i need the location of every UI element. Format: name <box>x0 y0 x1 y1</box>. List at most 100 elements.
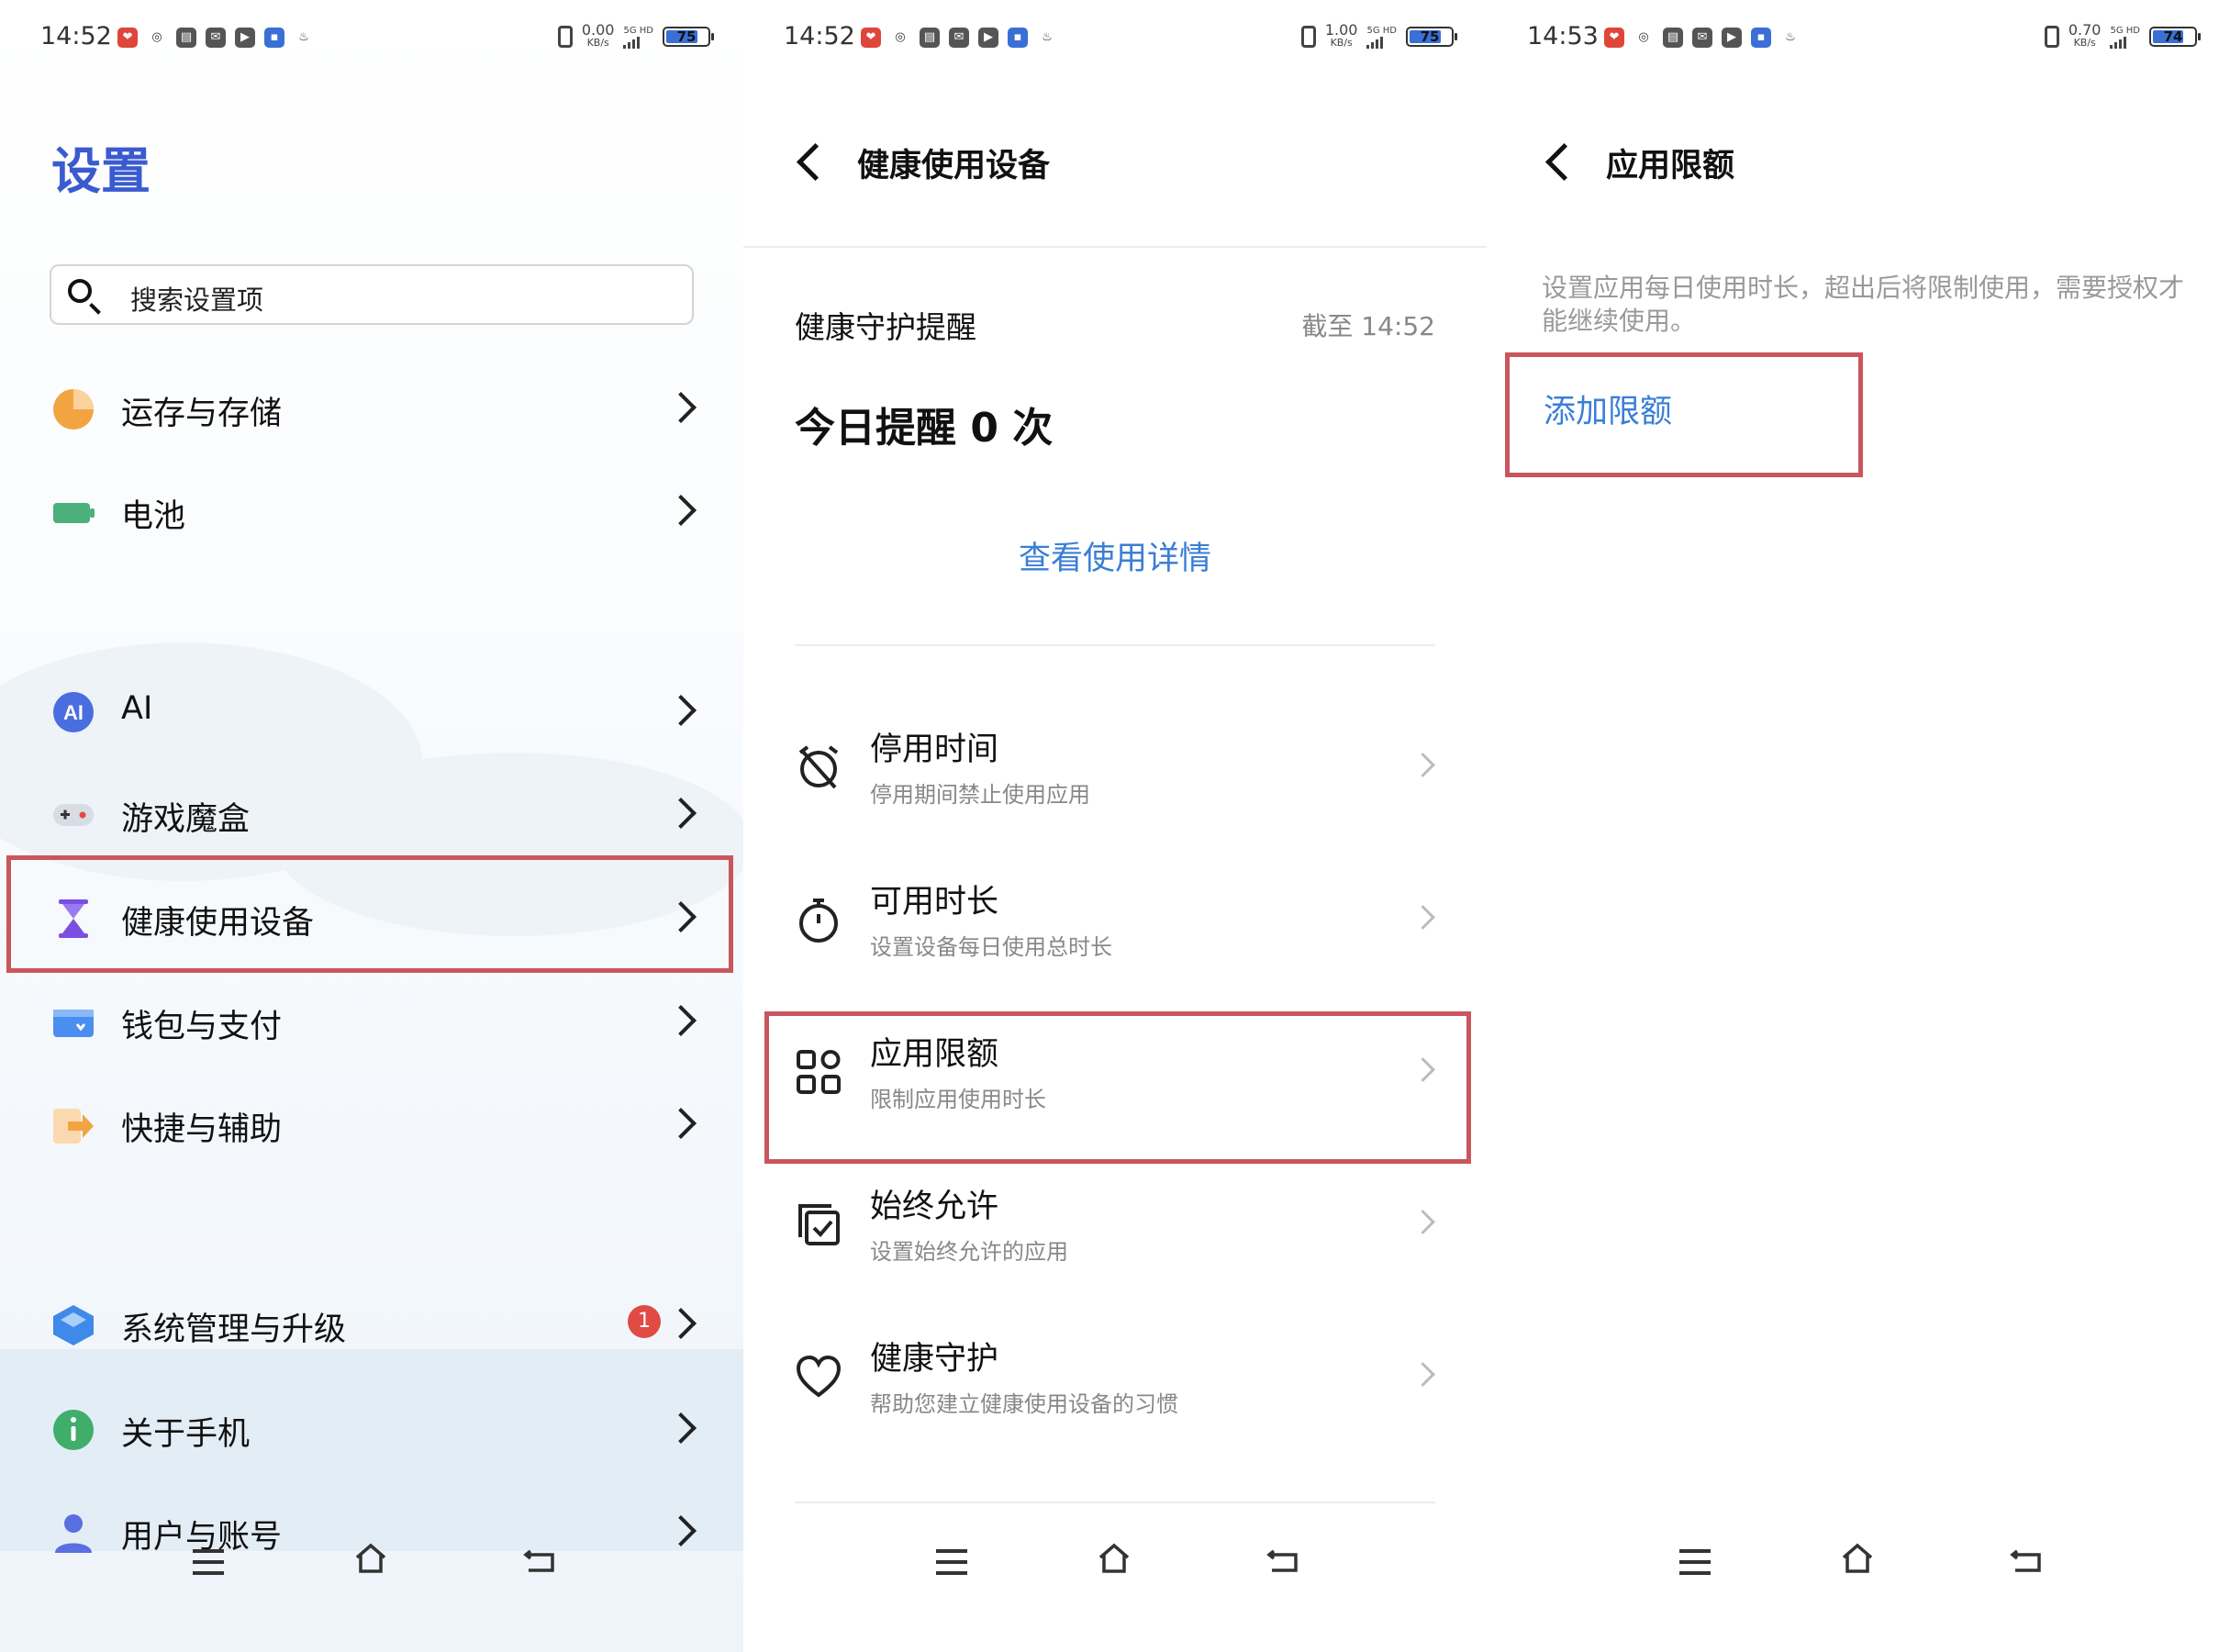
app-limits-screen: 14:53 ❤ ◎ ▤ ✉ ▶ ▪ ♨ 0.70 KB/s 5G HD 74 应用… <box>1487 0 2230 1652</box>
shortcut-arrow-icon <box>53 1109 94 1144</box>
chevron-right-icon <box>665 1005 697 1036</box>
header-divider <box>743 246 1487 248</box>
chevron-right-icon <box>665 1412 697 1444</box>
status-time: 14:53 <box>1527 22 1599 50</box>
network-speed: 1.00 KB/s <box>1324 21 1358 50</box>
option-screen-time[interactable]: 可用时长 设置设备每日使用总时长 <box>743 844 1487 997</box>
view-usage-details-link[interactable]: 查看使用详情 <box>743 532 1487 579</box>
option-subtitle: 帮助您建立健康使用设备的习惯 <box>870 1391 1178 1417</box>
chevron-right-icon <box>1410 905 1435 930</box>
layers-icon <box>53 1305 94 1345</box>
app-icon: ▪ <box>1008 28 1028 48</box>
highlight-box <box>764 1011 1471 1164</box>
settings-item-system[interactable]: 系统管理与升级 1 <box>0 1272 743 1375</box>
settings-item-label: 快捷与辅助 <box>121 1111 283 1148</box>
highlight-box <box>6 855 733 973</box>
notification-icons: ❤ ◎ ▤ ✉ ▶ ▪ ♨ <box>1604 28 1801 48</box>
doc-icon: ▤ <box>176 28 196 48</box>
status-right: 1.00 KB/s 5G HD 75 <box>1300 21 1457 50</box>
status-time: 14:52 <box>40 22 112 50</box>
mail-icon: ✉ <box>206 28 226 48</box>
vibrate-icon <box>557 26 573 48</box>
status-right: 0.70 KB/s 5G HD 74 <box>2044 21 2201 50</box>
app-notification-icon: ❤ <box>1604 28 1624 48</box>
settings-item-label: 电池 <box>121 498 186 535</box>
alarm-off-icon <box>798 745 839 789</box>
settings-item-label: 系统管理与升级 <box>121 1312 347 1348</box>
reminder-count: 今日提醒 0 次 <box>795 405 1054 452</box>
status-bar: 14:53 ❤ ◎ ▤ ✉ ▶ ▪ ♨ 0.70 KB/s 5G HD 74 <box>1487 22 2230 59</box>
fire-icon: ♨ <box>1037 28 1057 48</box>
status-bar: 14:52 ❤ ◎ ▤ ✉ ▶ ▪ ♨ 1.00 KB/s 5G HD 75 <box>743 22 1487 59</box>
settings-item-label: 运存与存储 <box>121 396 283 432</box>
menu-icon[interactable] <box>936 1549 967 1553</box>
home-icon[interactable] <box>1098 1542 1131 1575</box>
battery-indicator: 75 <box>663 27 714 47</box>
app-limits-description: 设置应用每日使用时长，超出后将限制使用，需要授权才能继续使用。 <box>1542 273 2185 336</box>
settings-item-game-box[interactable]: 游戏魔盒 <box>0 762 743 865</box>
back-button[interactable] <box>1544 142 1584 182</box>
stopwatch-icon <box>799 899 838 943</box>
app-icon: ▪ <box>264 28 284 48</box>
status-time: 14:52 <box>784 22 855 50</box>
app-notification-icon: ❤ <box>117 28 138 48</box>
status-bar: 14:52 ❤ ◎ ▤ ✉ ▶ ▪ ♨ 0.00 KB/s 5G HD 75 <box>0 22 743 59</box>
header-title: 健康使用设备 <box>857 148 1051 184</box>
option-downtime[interactable]: 停用时间 停用期间禁止使用应用 <box>743 692 1487 844</box>
settings-item-storage[interactable]: 运存与存储 <box>0 356 743 459</box>
doc-icon: ▤ <box>920 28 940 48</box>
option-title: 始终允许 <box>870 1189 999 1225</box>
reminder-label: 健康守护提醒 <box>795 309 976 345</box>
healthy-usage-screen: 14:52 ❤ ◎ ▤ ✉ ▶ ▪ ♨ 1.00 KB/s 5G HD 75 健康… <box>743 0 1487 1652</box>
check-stack-icon <box>798 1204 840 1245</box>
menu-icon[interactable] <box>193 1549 224 1553</box>
option-title: 停用时间 <box>870 731 999 768</box>
back-icon[interactable] <box>1266 1547 1299 1573</box>
highlight-box <box>1505 352 1863 477</box>
chevron-right-icon <box>1410 753 1435 777</box>
settings-item-about-phone[interactable]: 关于手机 <box>0 1377 743 1479</box>
back-icon[interactable] <box>2010 1547 2043 1573</box>
video-icon: ▶ <box>1722 28 1742 48</box>
settings-item-label: 关于手机 <box>121 1416 251 1453</box>
settings-item-ai[interactable]: AI AI <box>0 659 743 762</box>
back-icon[interactable] <box>523 1547 556 1573</box>
header-title: 应用限额 <box>1606 148 1735 184</box>
network-speed: 0.70 KB/s <box>2068 21 2102 50</box>
network-speed: 0.00 KB/s <box>581 21 615 50</box>
back-button[interactable] <box>796 142 835 182</box>
wallet-icon <box>53 1010 94 1037</box>
reminder-time: 截至 14:52 <box>1301 311 1435 341</box>
option-subtitle: 设置始终允许的应用 <box>870 1239 1068 1265</box>
option-title: 健康守护 <box>870 1341 999 1378</box>
settings-item-shortcuts[interactable]: 快捷与辅助 <box>0 1072 743 1175</box>
heart-icon <box>796 1355 842 1398</box>
battery-icon <box>53 503 95 523</box>
home-icon[interactable] <box>1841 1542 1874 1575</box>
chevron-right-icon <box>665 392 697 423</box>
option-health-guard[interactable]: 健康守护 帮助您建立健康使用设备的习惯 <box>743 1301 1487 1454</box>
page-title: 设置 <box>51 142 151 200</box>
settings-item-label: 钱包与支付 <box>121 1009 283 1045</box>
fire-icon: ♨ <box>294 28 314 48</box>
settings-item-wallet[interactable]: 钱包与支付 <box>0 969 743 1072</box>
video-icon: ▶ <box>235 28 255 48</box>
search-icon <box>68 279 92 303</box>
svg-text:AI: AI <box>63 701 84 724</box>
menu-icon[interactable] <box>1679 1549 1711 1553</box>
section-divider <box>795 1501 1435 1503</box>
search-input[interactable]: 搜索设置项 <box>50 264 694 325</box>
update-badge: 1 <box>628 1305 661 1338</box>
fire-icon: ♨ <box>1780 28 1801 48</box>
app-icon: ▪ <box>1751 28 1771 48</box>
option-always-allowed[interactable]: 始终允许 设置始终允许的应用 <box>743 1149 1487 1301</box>
settings-item-battery[interactable]: 电池 <box>0 459 743 562</box>
ai-icon: AI <box>53 692 94 732</box>
notification-icons: ❤ ◎ ▤ ✉ ▶ ▪ ♨ <box>117 28 314 48</box>
info-icon <box>53 1410 94 1450</box>
pie-chart-icon <box>53 389 94 430</box>
home-icon[interactable] <box>354 1542 387 1575</box>
signal-icon: 5G HD <box>1366 26 1397 49</box>
chevron-right-icon <box>665 1308 697 1339</box>
navigation-bar <box>1487 1542 2230 1588</box>
